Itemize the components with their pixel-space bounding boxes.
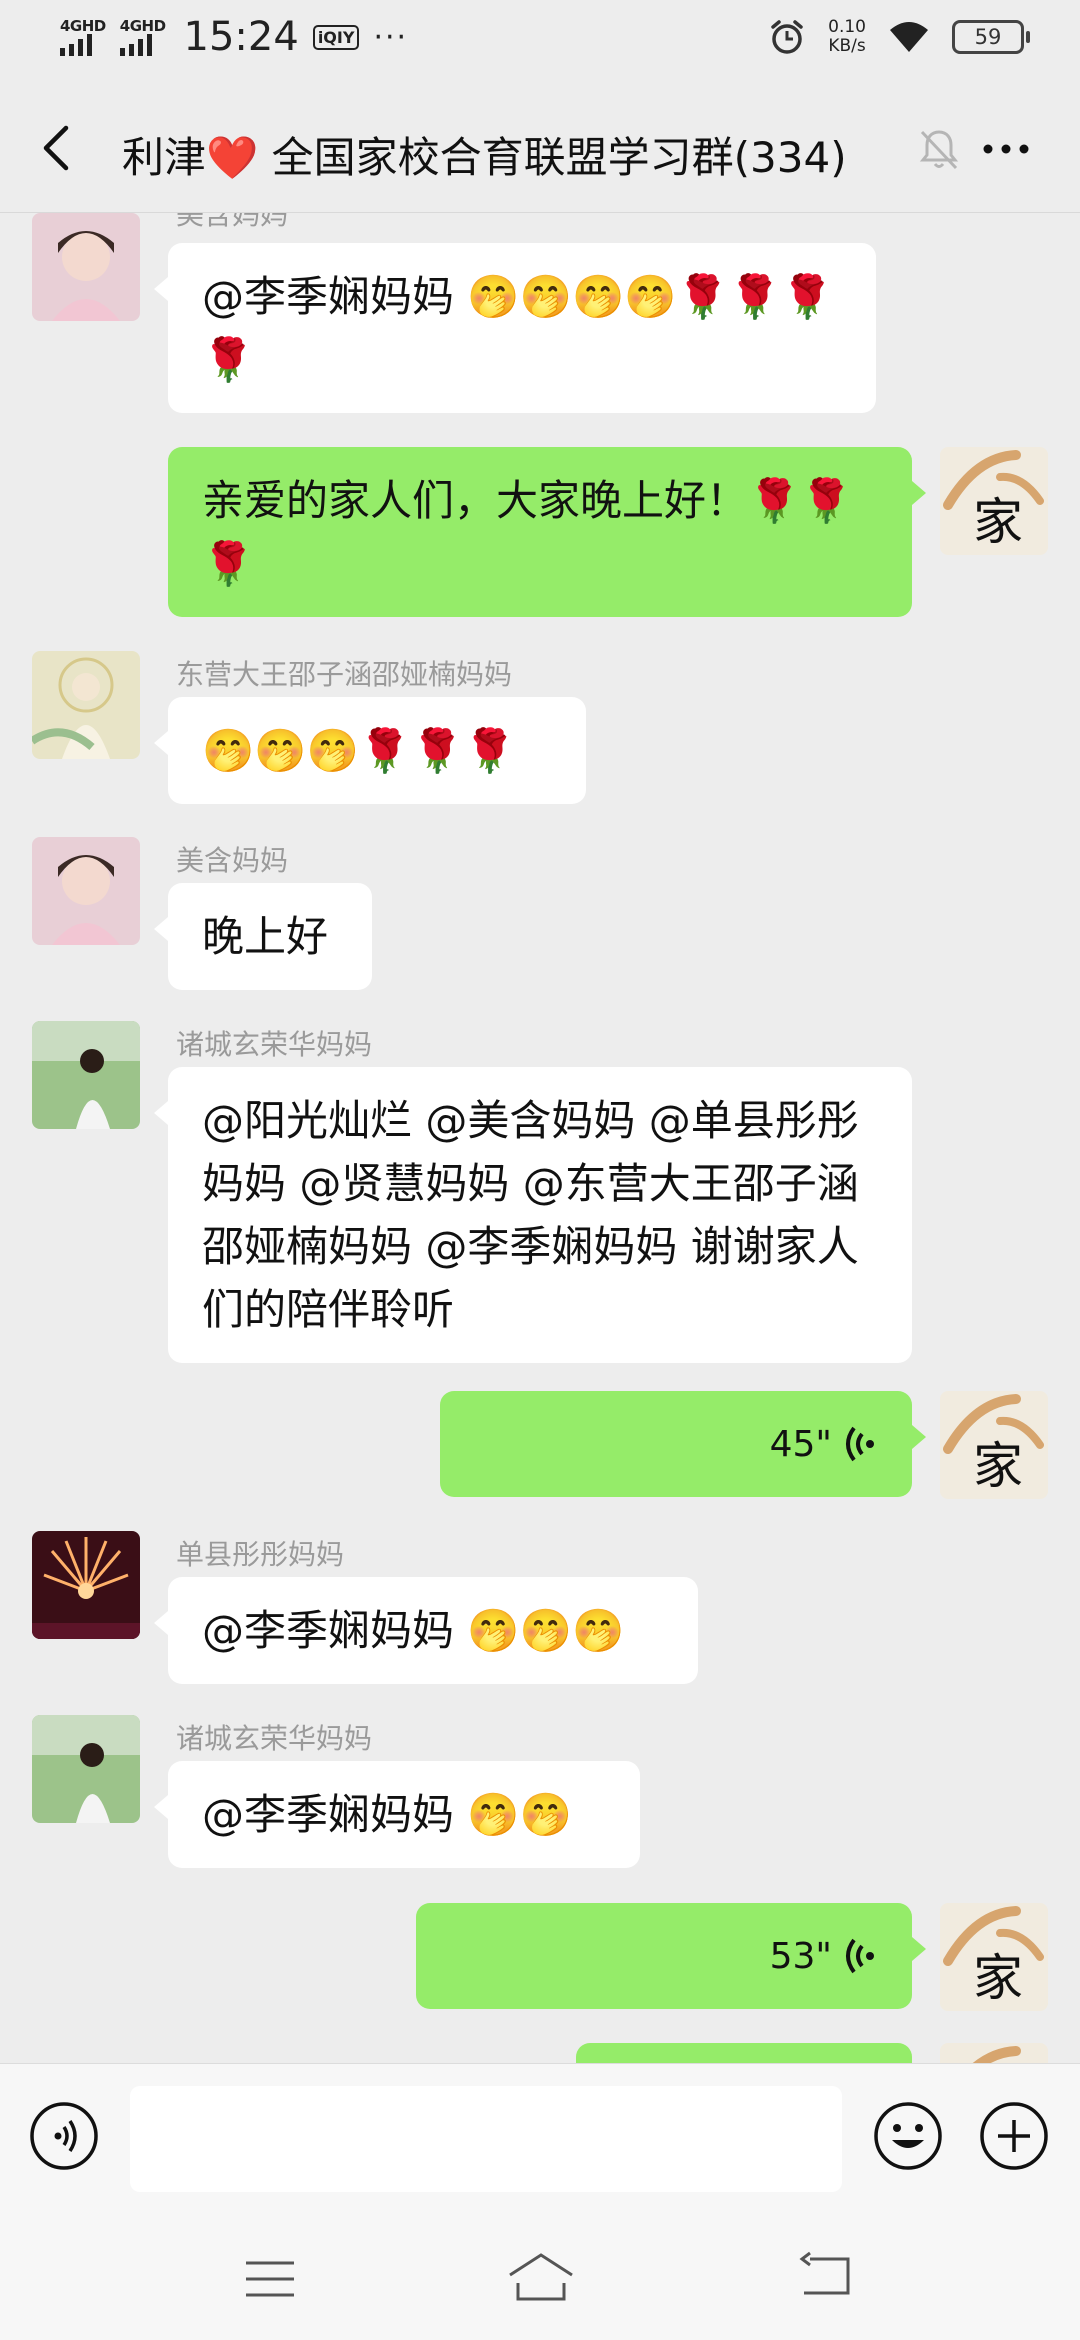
back-arrow-icon[interactable] xyxy=(32,120,88,176)
status-left: 4GHD 4GHD 15:24 iQIY ··· xyxy=(60,14,408,60)
menu-icon[interactable] xyxy=(242,2257,298,2301)
title-prefix: 利津 xyxy=(122,133,207,182)
message-bubble-partial[interactable] xyxy=(576,2043,912,2063)
chat-header: 利津❤️ 全国家校合育联盟学习群(334) xyxy=(0,84,1080,213)
signal-2-icon: 4GHD xyxy=(119,16,166,56)
message-bubble[interactable]: @李季娴妈妈 🤭🤭🤭🤭🌹🌹🌹🌹 xyxy=(154,243,876,413)
avatar-character: 家 xyxy=(973,493,1023,551)
avatar[interactable] xyxy=(32,1531,140,1639)
status-bar: 4GHD 4GHD 15:24 iQIY ··· 0.10 KB/s 59 xyxy=(0,0,1080,84)
battery-icon: 59 xyxy=(952,20,1030,54)
more-notifications-icon: ··· xyxy=(373,19,409,55)
avatar[interactable] xyxy=(32,1715,140,1823)
network-speed: 0.10 KB/s xyxy=(828,18,866,56)
voice-duration: 53" xyxy=(769,1935,832,1977)
my-avatar[interactable]: 家 xyxy=(940,1903,1048,2011)
message-bubble[interactable]: 亲爱的家人们，大家晚上好！🌹🌹🌹 xyxy=(168,447,926,617)
message-bubble[interactable]: @李季娴妈妈 🤭🤭🤭 xyxy=(154,1577,698,1684)
message-input[interactable] xyxy=(130,2086,842,2192)
chat-title: 利津❤️ 全国家校合育联盟学习群(334) xyxy=(122,124,847,185)
message-bubble[interactable]: @阳光灿烂 @美含妈妈 @单县彤彤妈妈 @贤慧妈妈 @东营大王邵子涵邵娅楠妈妈 … xyxy=(154,1067,912,1363)
avatar[interactable] xyxy=(32,1021,140,1129)
muted-bell-icon xyxy=(919,130,959,170)
speed-value: 0.10 xyxy=(828,17,866,37)
message-bubble[interactable]: @李季娴妈妈 🤭🤭 xyxy=(154,1761,640,1868)
avatar[interactable] xyxy=(32,213,140,321)
network-type-2: 4GHD xyxy=(119,16,166,35)
my-avatar[interactable]: 家 xyxy=(940,447,1048,555)
sender-name: 单县彤彤妈妈 xyxy=(176,1538,345,1571)
title-group-name: 全国家校合育联盟学习群(334) xyxy=(258,133,847,182)
voice-message-bubble[interactable]: 53" xyxy=(416,1903,926,2009)
add-more-icon[interactable] xyxy=(978,2100,1050,2172)
more-options-icon[interactable] xyxy=(976,124,1036,174)
my-avatar[interactable]: 家 xyxy=(940,1391,1048,1499)
network-type-1: 4GHD xyxy=(60,16,106,35)
system-nav-bar xyxy=(0,2213,1080,2340)
status-right: 0.10 KB/s 59 xyxy=(768,18,1030,56)
voice-duration: 45" xyxy=(769,1423,832,1465)
heart-emoji: ❤️ xyxy=(206,133,259,182)
sender-name: 诸城玄荣华妈妈 xyxy=(176,1722,373,1755)
clock: 15:24 xyxy=(183,14,299,60)
sender-name: 美含妈妈 xyxy=(176,213,289,231)
avatar-character: 家 xyxy=(973,1949,1023,2007)
voice-wave-icon xyxy=(846,1426,874,1462)
sender-name: 东营大王邵子涵邵娅楠妈妈 xyxy=(176,658,513,691)
alarm-icon xyxy=(771,20,803,54)
signal-1-icon: 4GHD xyxy=(60,16,106,56)
iqiyi-icon: iQIY xyxy=(312,24,360,50)
message-list[interactable]: 美含妈妈 @李季娴妈妈 🤭🤭🤭🤭🌹🌹🌹🌹 亲爱的家人们，大家晚上好！🌹🌹🌹 家 … xyxy=(0,213,1080,2063)
avatar[interactable] xyxy=(32,651,140,759)
message-bubble[interactable]: 晚上好 xyxy=(154,883,372,990)
battery-level: 59 xyxy=(974,25,1002,49)
home-icon[interactable] xyxy=(506,2249,576,2305)
input-bar xyxy=(0,2063,1080,2214)
speed-unit: KB/s xyxy=(828,36,866,56)
wifi-icon xyxy=(890,22,928,52)
sender-name: 诸城玄荣华妈妈 xyxy=(176,1028,373,1061)
voice-input-icon[interactable] xyxy=(28,2100,100,2172)
message-bubble[interactable]: 🤭🤭🤭🌹🌹🌹 xyxy=(154,697,586,804)
emoji-icon[interactable] xyxy=(872,2100,944,2172)
back-nav-icon[interactable] xyxy=(796,2251,852,2301)
avatar[interactable] xyxy=(32,837,140,945)
avatar-character: 家 xyxy=(973,1437,1023,1495)
my-avatar[interactable] xyxy=(940,2043,1048,2063)
voice-message-bubble[interactable]: 45" xyxy=(440,1391,926,1497)
sender-name: 美含妈妈 xyxy=(176,844,289,877)
voice-wave-icon xyxy=(846,1938,874,1974)
